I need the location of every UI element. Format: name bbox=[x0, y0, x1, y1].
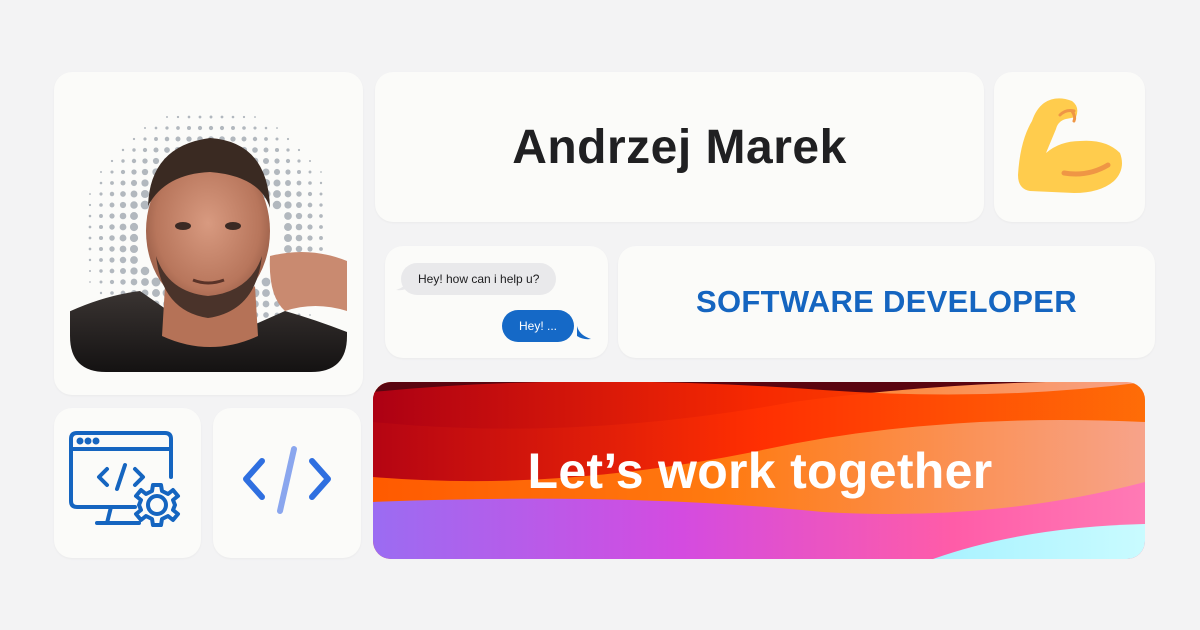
outgoing-tail-icon bbox=[577, 326, 591, 340]
profile-name: Andrzej Marek bbox=[512, 120, 847, 174]
profile-photo bbox=[70, 96, 347, 372]
code-icon-card bbox=[213, 408, 361, 558]
chat-card: Hey! how can i help u? Hey! ... bbox=[385, 246, 608, 358]
code-brackets-icon bbox=[242, 445, 332, 522]
role-card: SOFTWARE DEVELOPER bbox=[618, 246, 1155, 358]
flex-emoji-card bbox=[994, 72, 1145, 222]
profile-role: SOFTWARE DEVELOPER bbox=[696, 284, 1077, 319]
developer-icon-card bbox=[54, 408, 201, 558]
monitor-code-gear-icon bbox=[68, 430, 187, 536]
cta-banner[interactable]: Let’s work together bbox=[373, 382, 1145, 559]
profile-photo-card bbox=[54, 72, 363, 395]
name-card: Andrzej Marek bbox=[375, 72, 984, 222]
chat-bubble-incoming: Hey! how can i help u? bbox=[401, 263, 557, 295]
chat-bubble-outgoing: Hey! ... bbox=[502, 310, 575, 342]
cta-text: Let’s work together bbox=[527, 442, 993, 499]
flexed-biceps-icon bbox=[1016, 95, 1124, 200]
